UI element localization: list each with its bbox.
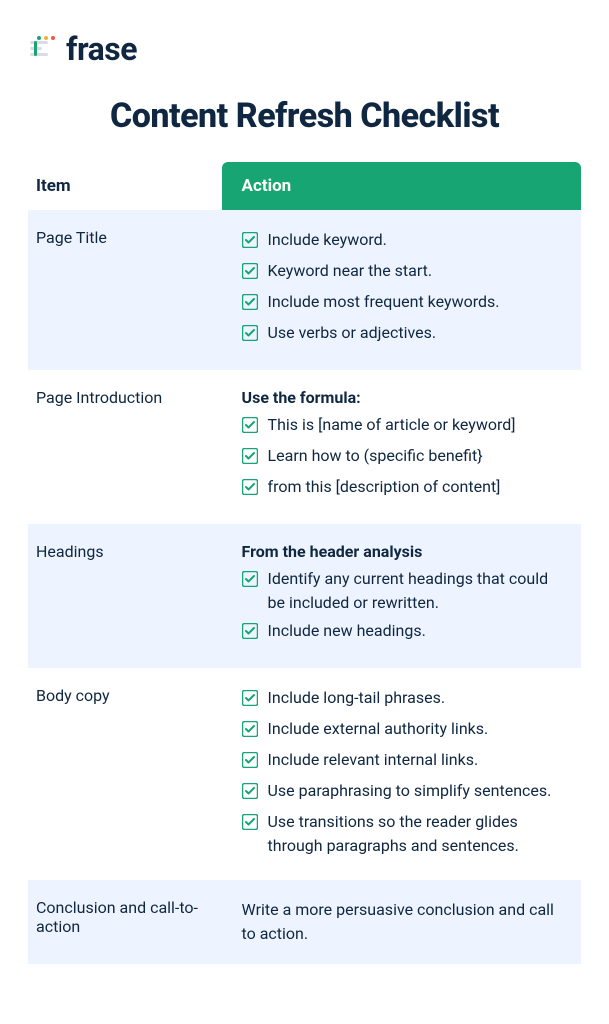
- action-cell: Write a more persuasive conclusion and c…: [222, 880, 581, 964]
- action-cell: Include long-tail phrases. Include extern…: [222, 668, 581, 880]
- check-text: Include new headings.: [268, 619, 426, 643]
- check-list: Identify any current headings that could…: [242, 567, 561, 646]
- check-text: Use verbs or adjectives.: [268, 321, 437, 345]
- item-cell: Conclusion and call-to-action: [28, 880, 222, 964]
- check-item: from this [description of content]: [242, 475, 561, 502]
- check-text: Include keyword.: [268, 228, 387, 252]
- check-item: Learn how to (specific benefit}: [242, 444, 561, 471]
- check-item: Include external authority links.: [242, 717, 561, 744]
- check-icon: [242, 810, 258, 837]
- action-subhead: From the header analysis: [242, 542, 561, 561]
- check-icon: [242, 228, 258, 255]
- check-icon: [242, 779, 258, 806]
- item-cell: Body copy: [28, 668, 222, 880]
- plain-action-text: Write a more persuasive conclusion and c…: [242, 898, 561, 946]
- check-item: This is [name of article or keyword]: [242, 413, 561, 440]
- check-icon: [242, 321, 258, 348]
- check-item: Include keyword.: [242, 228, 561, 255]
- check-icon: [242, 717, 258, 744]
- check-text: Include long-tail phrases.: [268, 686, 446, 710]
- check-text: Use paraphrasing to simplify sentences.: [268, 779, 552, 803]
- check-icon: [242, 748, 258, 775]
- check-icon: [242, 686, 258, 713]
- check-item: Use paraphrasing to simplify sentences.: [242, 779, 561, 806]
- check-item: Include most frequent keywords.: [242, 290, 561, 317]
- check-text: Identify any current headings that could…: [268, 567, 561, 615]
- check-text: Use transitions so the reader glides thr…: [268, 810, 561, 858]
- check-icon: [242, 290, 258, 317]
- check-item: Keyword near the start.: [242, 259, 561, 286]
- check-text: This is [name of article or keyword]: [268, 413, 516, 437]
- check-icon: [242, 444, 258, 471]
- item-cell: Page Title: [28, 210, 222, 370]
- check-list: Include long-tail phrases. Include extern…: [242, 686, 561, 858]
- check-item: Use transitions so the reader glides thr…: [242, 810, 561, 858]
- table-row: Headings From the header analysis Identify…: [28, 524, 581, 668]
- check-item: Include long-tail phrases.: [242, 686, 561, 713]
- brand-name: frase: [66, 30, 137, 68]
- check-icon: [242, 475, 258, 502]
- check-item: Include new headings.: [242, 619, 561, 646]
- check-icon: [242, 259, 258, 286]
- table-row: Page Title Include keyword. Keyword near t…: [28, 210, 581, 370]
- check-item: Include relevant internal links.: [242, 748, 561, 775]
- action-subhead: Use the formula:: [242, 388, 561, 407]
- check-icon: [242, 413, 258, 440]
- check-item: Identify any current headings that could…: [242, 567, 561, 615]
- action-cell: From the header analysis Identify any cur…: [222, 524, 581, 668]
- logo-icon: [28, 35, 56, 63]
- checklist-table: Item Action Page Title Include keyword. Ke…: [28, 162, 581, 964]
- check-icon: [242, 619, 258, 646]
- check-text: Keyword near the start.: [268, 259, 433, 283]
- item-cell: Headings: [28, 524, 222, 668]
- action-cell: Include keyword. Keyword near the start. I…: [222, 210, 581, 370]
- table-row: Body copyInclude long-tail phrases.Inclu…: [28, 668, 581, 880]
- check-text: Learn how to (specific benefit}: [268, 444, 483, 468]
- check-text: Include external authority links.: [268, 717, 489, 741]
- brand-logo: frase: [28, 30, 581, 68]
- check-list: This is [name of article or keyword] Lear…: [242, 413, 561, 502]
- item-cell: Page Introduction: [28, 370, 222, 524]
- check-text: Include most frequent keywords.: [268, 290, 500, 314]
- check-icon: [242, 567, 258, 594]
- check-text: from this [description of content]: [268, 475, 501, 499]
- action-cell: Use the formula: This is [name of article…: [222, 370, 581, 524]
- page-title: Content Refresh Checklist: [28, 96, 581, 136]
- header-item: Item: [28, 162, 222, 210]
- check-item: Use verbs or adjectives.: [242, 321, 561, 348]
- table-row: Conclusion and call-to-action Write a mor…: [28, 880, 581, 964]
- table-row: Page Introduction Use the formula: This is…: [28, 370, 581, 524]
- header-action: Action: [222, 162, 581, 210]
- check-list: Include keyword. Keyword near the start. I…: [242, 228, 561, 348]
- check-text: Include relevant internal links.: [268, 748, 479, 772]
